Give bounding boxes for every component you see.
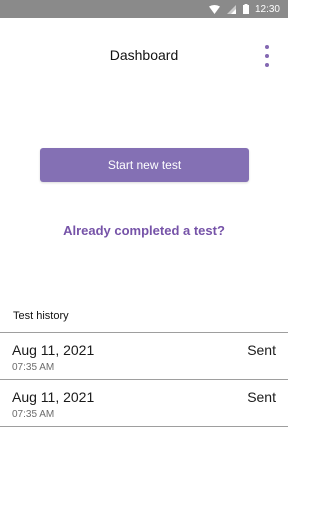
test-history-list: Aug 11, 2021 07:35 AM Sent Aug 11, 2021 …	[0, 332, 288, 427]
history-row[interactable]: Aug 11, 2021 07:35 AM Sent	[0, 380, 288, 426]
page-title: Dashboard	[109, 47, 179, 63]
history-status: Sent	[247, 342, 276, 358]
start-new-test-button[interactable]: Start new test	[40, 148, 249, 182]
divider	[0, 426, 288, 427]
history-date: Aug 11, 2021	[12, 342, 95, 358]
history-time: 07:35 AM	[12, 409, 55, 420]
status-time: 12:30	[254, 3, 280, 15]
wifi-icon	[208, 4, 220, 14]
history-status: Sent	[247, 389, 276, 405]
menu-dot	[265, 54, 269, 58]
signal-icon	[226, 4, 236, 14]
battery-icon	[242, 4, 249, 14]
app-bar: Dashboard	[0, 18, 288, 94]
menu-dot	[265, 63, 269, 67]
test-history-header: Test history	[13, 310, 69, 322]
history-row[interactable]: Aug 11, 2021 07:35 AM Sent	[0, 333, 288, 379]
history-time: 07:35 AM	[12, 362, 55, 373]
status-bar: 12:30	[0, 0, 288, 18]
already-completed-link[interactable]: Already completed a test?	[0, 223, 288, 238]
menu-dot	[265, 45, 269, 49]
history-date: Aug 11, 2021	[12, 389, 95, 405]
overflow-menu-icon[interactable]	[262, 45, 272, 67]
